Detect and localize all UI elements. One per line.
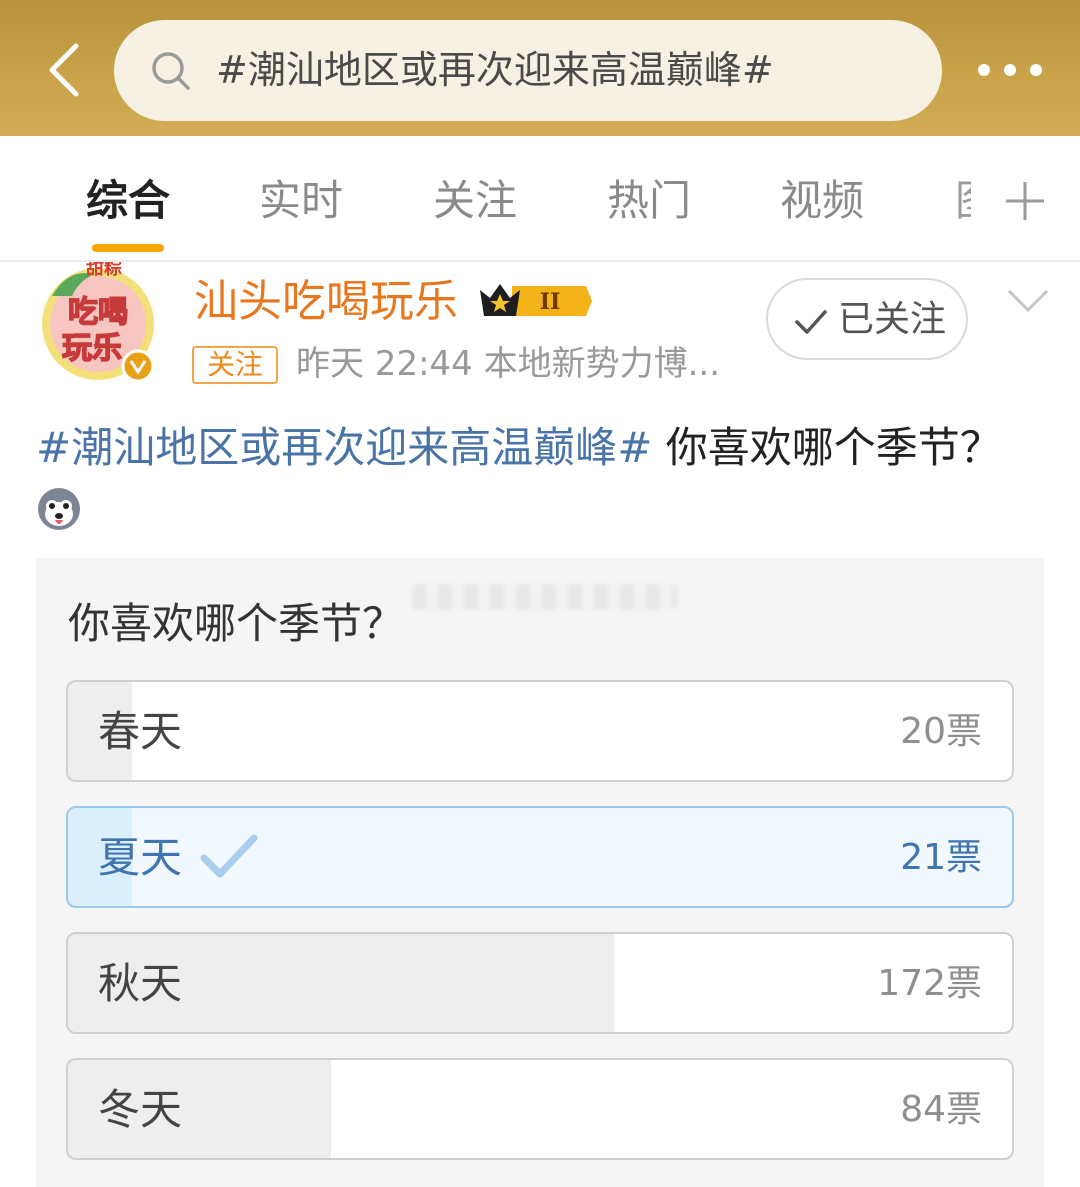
tab-bar: 综合 实时 关注 热门 视频 图 — [0, 136, 1080, 262]
chevron-down-icon[interactable] — [1006, 286, 1050, 316]
tab-images[interactable]: 图 — [955, 176, 971, 226]
member-crown-icon: II — [480, 284, 592, 316]
svg-text:玩乐: 玩乐 — [62, 331, 122, 366]
tab-following[interactable]: 关注 — [433, 176, 517, 226]
poll-option-label: 春天 — [98, 707, 183, 756]
author-name[interactable]: 汕头吃喝玩乐 — [194, 274, 458, 330]
followed-label: 已关注 — [838, 299, 947, 340]
poll-question: 你喜欢哪个季节？ — [68, 599, 405, 648]
tab-comprehensive[interactable]: 综合 — [86, 176, 170, 226]
poll-card: 你喜欢哪个季节？ 春天 20票 夏天 21票 秋天 172票 冬天 84票 — [36, 558, 1044, 1187]
topic-link[interactable]: #潮汕地区或再次迎来高温巅峰# — [36, 423, 652, 472]
post-meta: 昨天 22:44 本地新势力博... — [296, 344, 721, 384]
poll-option-votes: 84票 — [900, 1089, 982, 1130]
poll-option-label: 冬天 — [98, 1085, 183, 1134]
dot-icon — [978, 64, 990, 76]
poll-option-votes: 172票 — [877, 963, 982, 1004]
add-tab-icon[interactable] — [1004, 180, 1046, 222]
poll-option-winter[interactable]: 冬天 84票 — [66, 1058, 1014, 1160]
followed-button[interactable]: 已关注 — [766, 278, 968, 360]
avatar-sticker-text: 甜粽 — [86, 262, 122, 278]
tab-hot[interactable]: 热门 — [607, 176, 691, 226]
poll-option-votes: 20票 — [900, 711, 982, 752]
follow-tag: 关注 — [192, 346, 278, 384]
blurred-content — [412, 584, 678, 610]
poll-option-votes: 21票 — [900, 837, 982, 878]
back-button[interactable] — [40, 40, 90, 100]
poll-option-spring[interactable]: 春天 20票 — [66, 680, 1014, 782]
check-icon — [795, 310, 827, 334]
active-tab-indicator — [92, 244, 164, 252]
dot-icon — [1004, 64, 1016, 76]
poll-option-label: 秋天 — [98, 959, 183, 1008]
search-icon — [152, 52, 190, 90]
more-options-button[interactable] — [976, 52, 1046, 88]
dot-icon — [1030, 64, 1042, 76]
avatar[interactable]: 甜粽 吃喝 玩乐 — [38, 262, 160, 384]
search-query: #潮汕地区或再次迎来高温巅峰# — [216, 48, 774, 92]
post-text-body: 你喜欢哪个季节？ — [652, 423, 1002, 472]
husky-emoji-icon — [38, 488, 80, 530]
top-bar: #潮汕地区或再次迎来高温巅峰# — [0, 0, 1080, 136]
svg-text:吃喝: 吃喝 — [68, 295, 128, 330]
tab-realtime[interactable]: 实时 — [259, 176, 343, 226]
search-input[interactable]: #潮汕地区或再次迎来高温巅峰# — [114, 20, 942, 121]
post-text: #潮汕地区或再次迎来高温巅峰# 你喜欢哪个季节？ — [36, 420, 1002, 476]
tab-video[interactable]: 视频 — [780, 176, 864, 226]
poll-option-autumn[interactable]: 秋天 172票 — [66, 932, 1014, 1034]
selected-check-icon — [200, 834, 258, 878]
chevron-left-icon — [49, 43, 79, 97]
poll-option-label: 夏天 — [98, 833, 183, 882]
poll-option-summer[interactable]: 夏天 21票 — [66, 806, 1014, 908]
svg-text:II: II — [540, 289, 561, 315]
